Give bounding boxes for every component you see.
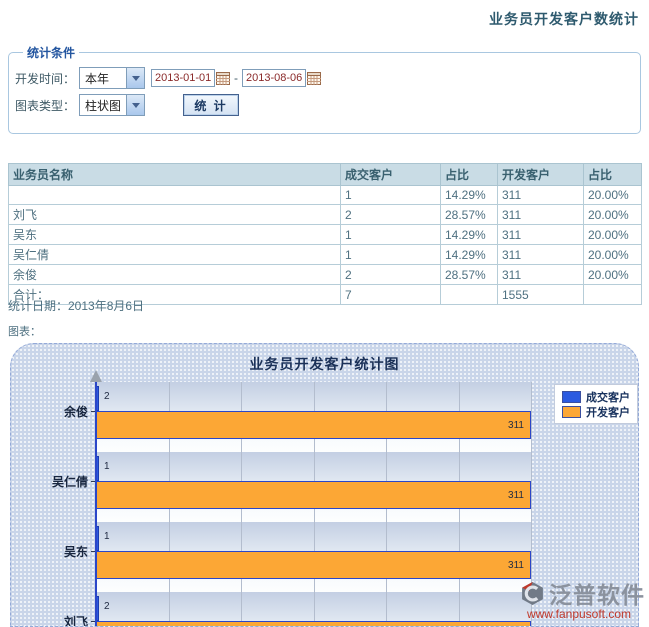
bar-value-label: 1 bbox=[104, 531, 110, 542]
column-header: 占比 bbox=[441, 164, 498, 186]
table-cell: 311 bbox=[498, 205, 584, 225]
table-cell: 28.57% bbox=[441, 205, 498, 225]
dropdown-arrow-icon[interactable] bbox=[126, 68, 144, 88]
category-label: 余俊 bbox=[10, 403, 88, 420]
table-cell: 刘飞 bbox=[9, 205, 341, 225]
table-row: 114.29%31120.00% bbox=[9, 186, 642, 205]
table-cell: 20.00% bbox=[584, 186, 642, 205]
table-cell: 14.29% bbox=[441, 186, 498, 205]
stats-date: 统计日期：2013年8月6日 bbox=[8, 297, 144, 314]
table-cell: 吴东 bbox=[9, 225, 341, 245]
column-header: 成交客户 bbox=[341, 164, 441, 186]
chart-legend: 成交客户开发客户 bbox=[554, 384, 638, 424]
period-select[interactable]: 本年 bbox=[79, 67, 145, 89]
table-row: 刘飞228.57%31120.00% bbox=[9, 205, 642, 225]
table-cell: 20.00% bbox=[584, 205, 642, 225]
bar-dev: 311 bbox=[96, 481, 531, 509]
table-cell: 14.29% bbox=[441, 225, 498, 245]
table-cell: 1 bbox=[341, 186, 441, 205]
bar-value-label: 1 bbox=[104, 461, 110, 472]
chart-type-select-value: 柱状图 bbox=[80, 95, 126, 115]
table-cell: 7 bbox=[341, 285, 441, 305]
date-from-input[interactable] bbox=[151, 69, 215, 87]
calendar-icon[interactable] bbox=[307, 72, 321, 85]
chart-type-label: 图表类型： bbox=[15, 97, 79, 114]
table-row: 余俊228.57%31120.00% bbox=[9, 265, 642, 285]
table-cell: 20.00% bbox=[584, 245, 642, 265]
category-label: 刘飞 bbox=[10, 613, 88, 627]
table-cell: 1 bbox=[341, 225, 441, 245]
legend-swatch-icon bbox=[562, 391, 581, 403]
up-arrow-icon bbox=[90, 370, 102, 382]
chart-type-select[interactable]: 柱状图 bbox=[79, 94, 145, 116]
watermark-url: www.fanpusoft.com bbox=[519, 607, 645, 621]
table-cell: 311 bbox=[498, 245, 584, 265]
column-header: 业务员名称 bbox=[9, 164, 341, 186]
chart-plot: 2311余俊1311吴仁倩1311吴东2311刘飞 bbox=[96, 382, 532, 627]
table-body: 114.29%31120.00%刘飞228.57%31120.00%吴东114.… bbox=[9, 186, 642, 305]
table-cell: 28.57% bbox=[441, 265, 498, 285]
page-title: 业务员开发客户数统计 bbox=[489, 9, 639, 29]
calendar-icon[interactable] bbox=[216, 72, 230, 85]
table-cell: 311 bbox=[498, 186, 584, 205]
table-header-row: 业务员名称成交客户占比开发客户占比 bbox=[9, 164, 642, 186]
category-label: 吴仁倩 bbox=[10, 473, 88, 490]
legend-swatch-icon bbox=[562, 406, 581, 418]
filter-row-charttype: 图表类型： 柱状图 统 计 bbox=[15, 93, 632, 117]
table-cell: 20.00% bbox=[584, 265, 642, 285]
table-cell: 311 bbox=[498, 225, 584, 245]
dev-time-label: 开发时间： bbox=[15, 70, 79, 87]
legend-item: 成交客户 bbox=[562, 389, 630, 404]
y-axis-line bbox=[95, 382, 97, 627]
column-header: 开发客户 bbox=[498, 164, 584, 186]
brand-logo-icon bbox=[519, 581, 546, 606]
chart-section-label: 图表： bbox=[8, 323, 41, 339]
table-cell bbox=[441, 285, 498, 305]
category-label: 吴东 bbox=[10, 543, 88, 560]
statistics-button[interactable]: 统 计 bbox=[183, 94, 239, 116]
dropdown-arrow-icon[interactable] bbox=[126, 95, 144, 115]
table-cell: 1555 bbox=[498, 285, 584, 305]
table-cell: 2 bbox=[341, 205, 441, 225]
table-cell: 吴仁倩 bbox=[9, 245, 341, 265]
table-row: 吴仁倩114.29%31120.00% bbox=[9, 245, 642, 265]
table-cell: 20.00% bbox=[584, 225, 642, 245]
watermark-brand: 泛普软件 bbox=[549, 576, 645, 610]
bar-dev: 311 bbox=[96, 551, 531, 579]
watermark-brand-row: 泛普软件 bbox=[519, 576, 645, 610]
chart-title: 业务员开发客户统计图 bbox=[11, 354, 638, 374]
legend-item: 开发客户 bbox=[562, 404, 630, 419]
page: 业务员开发客户数统计 统计条件 开发时间： 本年 - 图表类型： bbox=[0, 0, 649, 627]
table-row: 吴东114.29%31120.00% bbox=[9, 225, 642, 245]
column-header: 占比 bbox=[584, 164, 642, 186]
table-cell: 14.29% bbox=[441, 245, 498, 265]
bar-value-label: 2 bbox=[104, 391, 110, 402]
bar-dev: 311 bbox=[96, 621, 531, 627]
table-cell: 余俊 bbox=[9, 265, 341, 285]
filter-legend: 统计条件 bbox=[23, 44, 79, 61]
watermark: 泛普软件 www.fanpusoft.com bbox=[519, 576, 645, 621]
table-cell: 311 bbox=[498, 265, 584, 285]
table-cell bbox=[584, 285, 642, 305]
legend-label: 开发客户 bbox=[586, 404, 630, 420]
date-to-input[interactable] bbox=[242, 69, 306, 87]
table-cell bbox=[9, 186, 341, 205]
period-select-value: 本年 bbox=[80, 68, 126, 88]
stats-table: 业务员名称成交客户占比开发客户占比 114.29%31120.00%刘飞228.… bbox=[8, 163, 642, 305]
date-separator: - bbox=[234, 71, 238, 85]
filter-panel: 统计条件 开发时间： 本年 - 图表类型： 柱状图 bbox=[8, 44, 641, 134]
legend-label: 成交客户 bbox=[586, 389, 630, 405]
bar-dev: 311 bbox=[96, 411, 531, 439]
table-cell: 1 bbox=[341, 245, 441, 265]
table-cell: 2 bbox=[341, 265, 441, 285]
bar-value-label: 2 bbox=[104, 601, 110, 612]
filter-row-devtime: 开发时间： 本年 - bbox=[15, 66, 632, 90]
